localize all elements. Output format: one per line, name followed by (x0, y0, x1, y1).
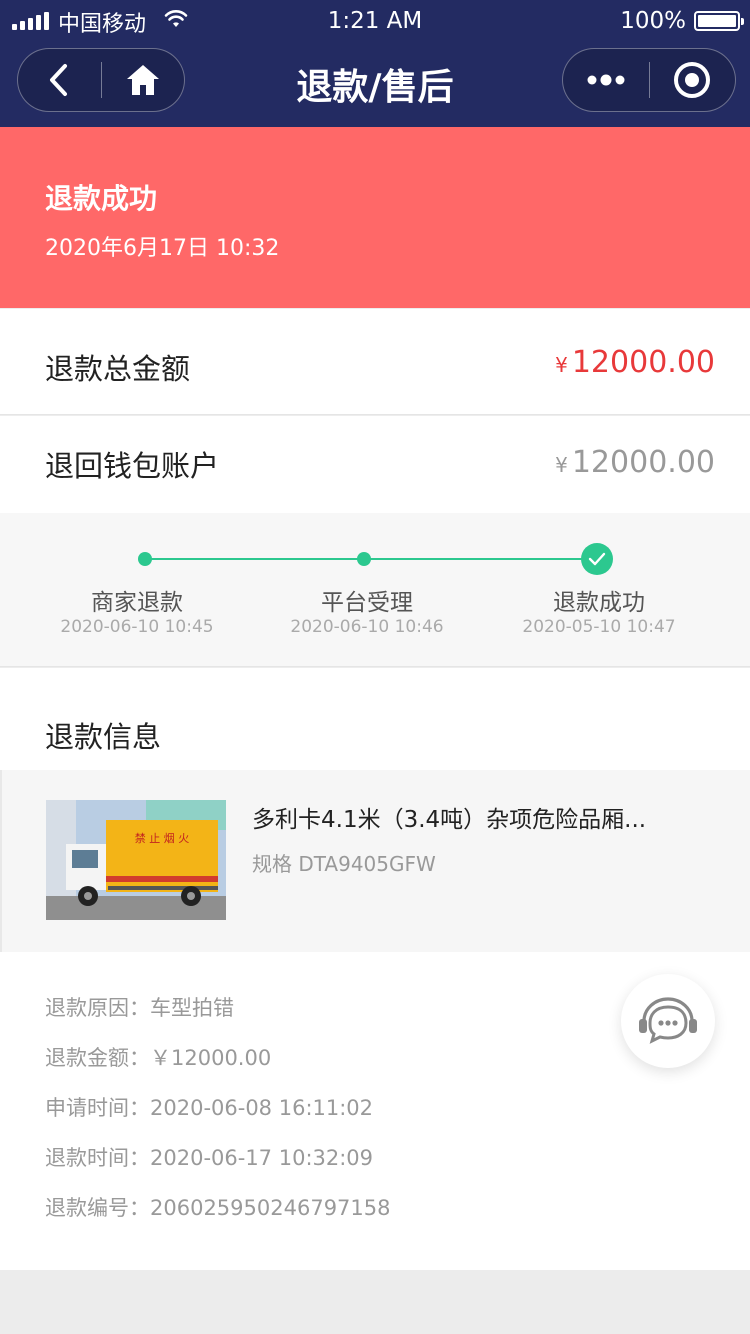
progress-dot-1 (138, 552, 152, 566)
wallet-refund-row: 退回钱包账户 ¥12000.00 (0, 416, 750, 513)
status-bar: 中国移动 1:21 AM 100% (0, 0, 750, 44)
progress-step-label: 平台受理 (321, 590, 413, 616)
progress-step-label: 退款成功 (553, 590, 645, 616)
refund-info-header: 退款信息 (0, 668, 750, 770)
progress-step-time: 2020-06-10 10:46 (290, 617, 444, 637)
more-dots-icon (587, 74, 625, 86)
detail-row-refund-number: 退款编号：206025950246797158 (45, 1196, 391, 1220)
detail-row-amount: 退款金额：￥12000.00 (45, 1046, 272, 1070)
progress-step-time: 2020-06-10 10:45 (60, 617, 214, 637)
refund-status-date: 2020年6月17日 10:32 (45, 236, 280, 261)
refund-progress: 商家退款 2020-06-10 10:45 平台受理 2020-06-10 10… (0, 513, 750, 667)
refund-status-title: 退款成功 (45, 182, 158, 215)
bottom-spacer (0, 1270, 750, 1334)
wallet-refund-amount: ¥12000.00 (555, 445, 715, 480)
product-spec: 规格 DTA9405GFW (252, 852, 436, 876)
detail-row-reason: 退款原因：车型拍错 (45, 996, 234, 1020)
detail-row-refund-time: 退款时间：2020-06-17 10:32:09 (45, 1146, 374, 1170)
progress-step-label: 商家退款 (91, 590, 183, 616)
refund-status-banner: 退款成功 2020年6月17日 10:32 (0, 127, 750, 308)
progress-step-time: 2020-05-10 10:47 (522, 617, 676, 637)
battery-percent: 100% (620, 8, 686, 34)
refund-info-title: 退款信息 (45, 720, 162, 754)
customer-service-button[interactable] (621, 974, 715, 1068)
wallet-refund-label: 退回钱包账户 (45, 449, 220, 483)
check-circle-icon (581, 543, 613, 575)
product-card[interactable]: 禁 止 烟 火 多利卡4.1米（3.4吨）杂项危险品厢... 规格 DTA940… (0, 770, 750, 952)
more-button[interactable] (563, 49, 649, 111)
refund-total-row: 退款总金额 ¥12000.00 (0, 309, 750, 415)
progress-dot-2 (357, 552, 371, 566)
product-name: 多利卡4.1米（3.4吨）杂项危险品厢... (252, 807, 647, 833)
top-bar: 中国移动 1:21 AM 100% 退款/售后 (0, 0, 750, 127)
close-miniprogram-button[interactable] (650, 49, 736, 111)
refund-total-amount: ¥12000.00 (555, 345, 715, 380)
detail-row-apply-time: 申请时间：2020-06-08 16:11:02 (45, 1096, 374, 1120)
customer-service-chat-icon (639, 997, 697, 1044)
svg-text:禁 止 烟 火: 禁 止 烟 火 (135, 831, 190, 845)
target-circle-icon (674, 62, 711, 98)
product-thumbnail: 禁 止 烟 火 (46, 800, 226, 920)
battery-icon (694, 11, 744, 31)
nav-right-capsule (562, 48, 736, 112)
refund-total-label: 退款总金额 (45, 352, 191, 386)
